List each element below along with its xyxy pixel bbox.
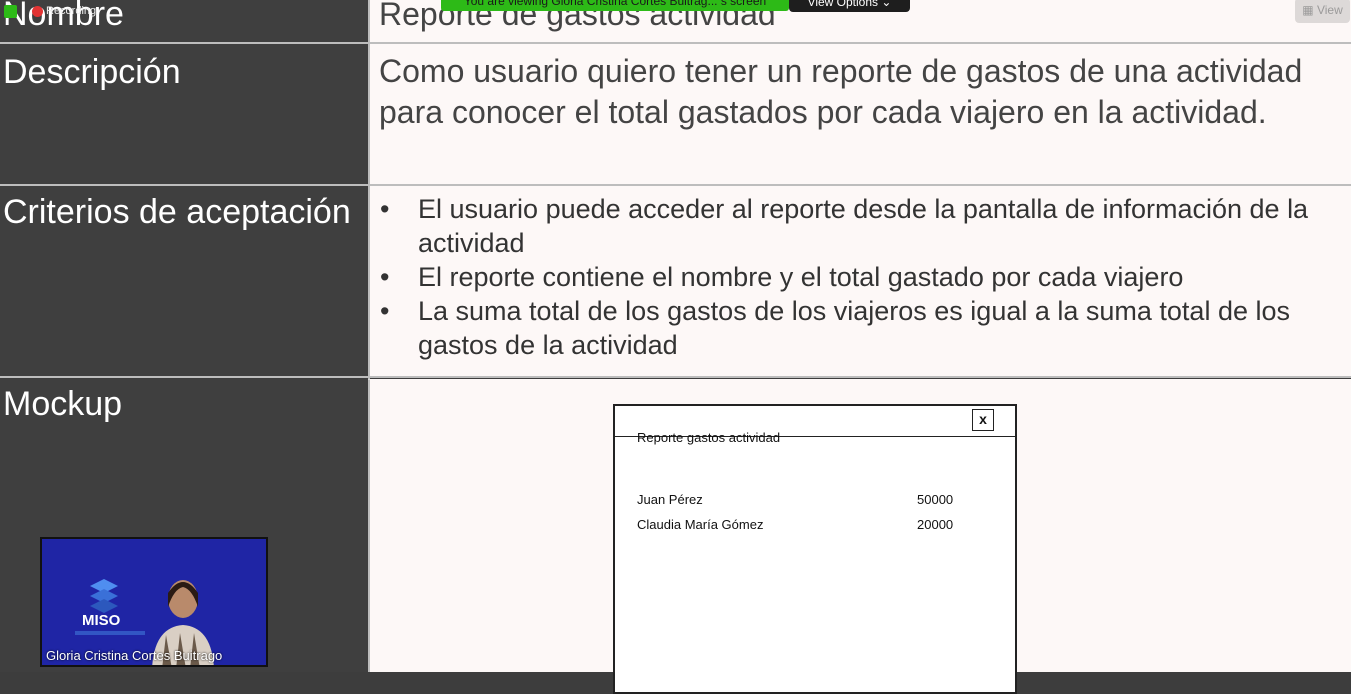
bullet-icon: •: [380, 262, 390, 292]
logo-subtitle-bar: [75, 631, 145, 635]
criteria-item-text: La suma total de los gastos de los viaje…: [418, 296, 1290, 360]
mockup-report-window: Reporte gastos actividad x Juan Pérez 50…: [613, 404, 1017, 694]
chevron-down-icon: ⌄: [881, 0, 892, 9]
mockup-title: Reporte gastos actividad: [637, 430, 781, 445]
row-value-mockup: Reporte gastos actividad x Juan Pérez 50…: [370, 379, 1351, 694]
screen-share-banner: You are viewing Gloria Cristina Cortes B…: [441, 0, 789, 11]
view-options-label: View Options: [807, 0, 879, 9]
security-shield-icon[interactable]: [4, 4, 17, 18]
participant-video-tile[interactable]: MISO Gloria Cristina Cortes Buitrago: [40, 537, 268, 667]
row-criterios: Criterios de aceptación • El usuario pued…: [0, 186, 1351, 376]
bullet-icon: •: [380, 194, 390, 224]
view-button-label: View: [1316, 3, 1343, 17]
participant-name: Gloria Cristina Cortes Buitrago: [46, 648, 223, 663]
mockup-traveler-amount: 20000: [917, 517, 954, 532]
criteria-item: • La suma total de los gastos de los viaj…: [379, 294, 1351, 362]
mockup-report-row: Claudia María Gómez 20000: [637, 504, 955, 545]
criteria-item-text: El reporte contiene el nombre y el total…: [418, 262, 1184, 292]
criteria-list: • El usuario puede acceder al reporte des…: [379, 186, 1351, 362]
mockup-traveler-name: Claudia María Gómez: [637, 517, 764, 532]
criteria-item: • El reporte contiene el nombre y el tota…: [379, 260, 1351, 294]
logo-text: MISO: [82, 612, 121, 629]
row-value-criterios: • El usuario puede acceder al reporte des…: [370, 186, 1351, 376]
record-dot-icon: [32, 5, 43, 17]
row-value-descripcion: Como usuario quiero tener un reporte de …: [370, 44, 1351, 184]
criteria-item-text: El usuario puede acceder al reporte desd…: [418, 194, 1309, 258]
grid-icon: ▦: [1302, 3, 1314, 17]
miso-logo-icon: [90, 579, 118, 613]
recording-label: Recording: [46, 5, 97, 17]
row-descripcion: Descripción Como usuario quiero tener un…: [0, 44, 1351, 184]
bullet-icon: •: [380, 296, 390, 326]
row-label-criterios: Criterios de aceptación: [0, 186, 368, 376]
mockup-close-button: x: [972, 409, 994, 431]
recording-indicator[interactable]: Recording: [4, 4, 96, 18]
mockup-titlebar: Reporte gastos actividad x: [615, 406, 1015, 445]
view-options-button[interactable]: View Options ⌄: [789, 0, 910, 12]
row-label-descripcion: Descripción: [0, 44, 368, 184]
view-button[interactable]: ▦ View: [1295, 0, 1350, 23]
row-divider: [0, 376, 1351, 378]
criteria-item: • El usuario puede acceder al reporte des…: [379, 192, 1351, 260]
